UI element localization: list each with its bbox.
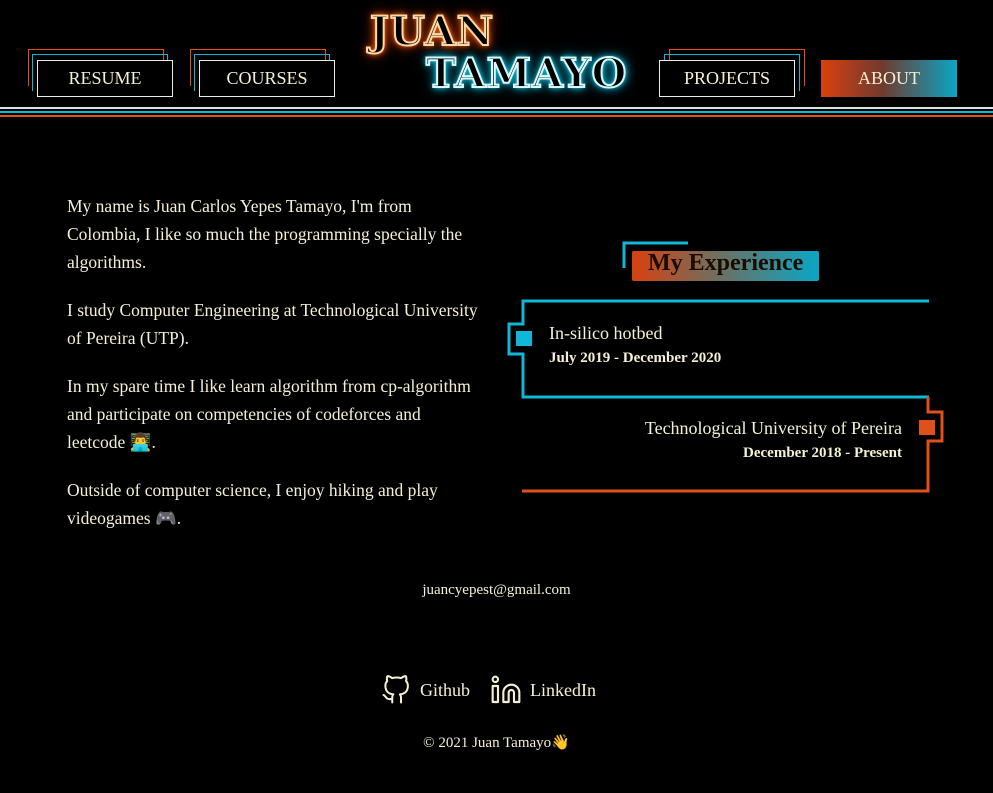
github-icon xyxy=(382,675,409,704)
nav-about-button[interactable]: ABOUT xyxy=(821,60,957,97)
nav-courses-button[interactable]: COURSES xyxy=(199,60,335,97)
experience-item-dates: July 2019 - December 2020 xyxy=(549,350,722,366)
experience-item-title: In-silico hotbed xyxy=(549,323,663,343)
linkedin-icon xyxy=(491,675,521,704)
copyright-text: © 2021 Juan Tamayo👋 xyxy=(423,735,570,751)
github-label: Github xyxy=(420,679,471,700)
logo-first-name[interactable]: JUAN xyxy=(369,11,494,53)
about-paragraph: My name is Juan Carlos Yepes Tamayo, I'm… xyxy=(67,196,463,272)
about-section: My name is Juan Carlos Yepes Tamayo, I'm… xyxy=(67,192,482,552)
about-paragraph: Outside of computer science, I enjoy hik… xyxy=(67,480,438,528)
linkedin-label: LinkedIn xyxy=(530,679,596,700)
about-paragraph: In my spare time I like learn algorithm … xyxy=(67,376,471,452)
header-divider-orange xyxy=(0,115,993,117)
header-divider-white xyxy=(0,107,993,109)
nav-resume-button[interactable]: RESUME xyxy=(37,60,173,97)
experience-item-dates: December 2018 - Present xyxy=(743,445,902,461)
experience-item-title: Technological University of Pereira xyxy=(644,418,902,438)
nav-projects-button[interactable]: PROJECTS xyxy=(659,60,795,97)
contact-email-link[interactable]: juancyepest@gmail.com xyxy=(0,582,993,599)
logo-last-name[interactable]: TAMAYO xyxy=(425,53,627,95)
experience-title: My Experience xyxy=(648,250,804,276)
linkedin-link[interactable]: LinkedIn xyxy=(490,674,596,706)
header-divider-cyan xyxy=(0,111,993,113)
github-link[interactable]: Github xyxy=(381,674,470,706)
about-paragraph: I study Computer Engineering at Technolo… xyxy=(67,300,478,348)
